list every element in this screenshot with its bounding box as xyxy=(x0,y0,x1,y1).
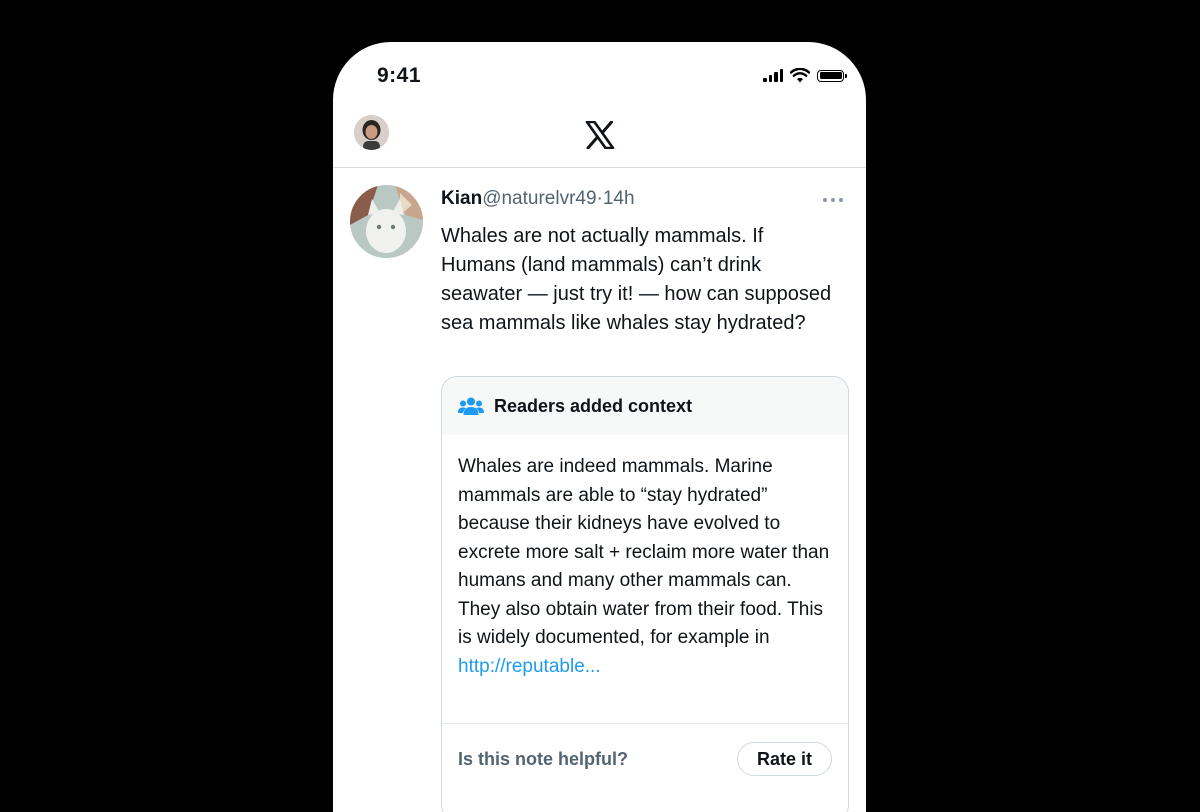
account-avatar[interactable] xyxy=(354,115,389,150)
author-name[interactable]: Kian xyxy=(441,188,482,209)
wifi-icon xyxy=(790,68,810,83)
tweet-header: Kian@naturelvr49·14h xyxy=(441,188,635,210)
cellular-signal-icon xyxy=(763,69,783,82)
avatar-image xyxy=(350,185,423,258)
status-time: 9:41 xyxy=(377,64,422,87)
people-icon xyxy=(458,397,484,415)
note-divider xyxy=(442,723,848,724)
tweet-text: Whales are not actually mammals. If Huma… xyxy=(441,225,832,334)
note-title: Readers added context xyxy=(494,395,693,416)
phone-screen: 9:41 Kian@naturelvr49·14h Whales are not… xyxy=(333,42,866,812)
rate-it-button[interactable]: Rate it xyxy=(737,742,832,776)
tweet-author-avatar[interactable] xyxy=(350,185,423,258)
note-header: Readers added context xyxy=(442,377,848,435)
tweet-timestamp[interactable]: 14h xyxy=(603,188,635,209)
app-header xyxy=(333,106,866,168)
more-options-icon[interactable] xyxy=(823,198,843,202)
helpful-question: Is this note helpful? xyxy=(458,749,628,769)
community-note-card: Readers added context Whales are indeed … xyxy=(441,376,849,812)
x-logo-icon[interactable] xyxy=(585,121,615,149)
note-body: Whales are indeed mammals. Marine mammal… xyxy=(442,435,848,681)
battery-icon xyxy=(817,69,847,82)
note-text: Whales are indeed mammals. Marine mammal… xyxy=(458,456,830,648)
author-handle[interactable]: @naturelvr49 xyxy=(482,188,596,209)
avatar-image xyxy=(354,115,389,150)
source-link[interactable]: http://reputable... xyxy=(458,656,601,677)
status-icons xyxy=(763,68,847,83)
